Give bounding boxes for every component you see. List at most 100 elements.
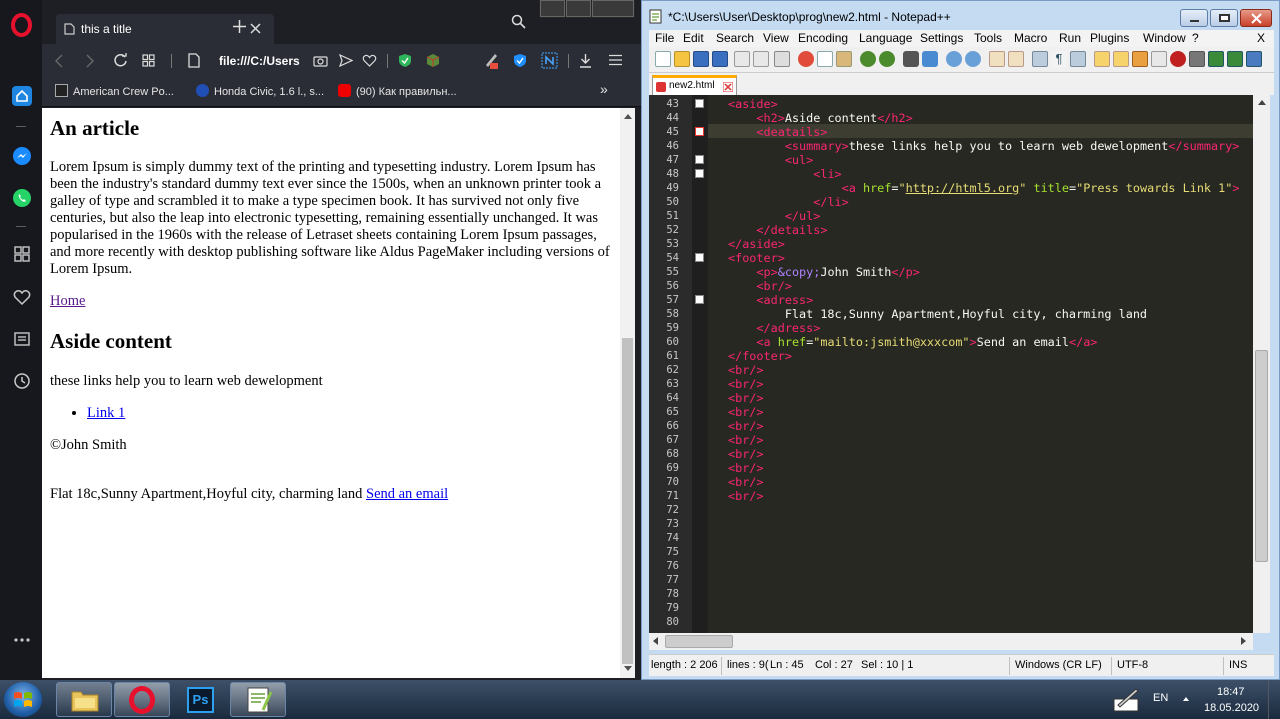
replace-icon[interactable] [922, 51, 938, 67]
opera-logo-icon[interactable] [11, 13, 32, 37]
url-input[interactable]: file:///C:/Users [219, 54, 301, 68]
code-line[interactable]: </aside> [728, 237, 785, 251]
code-line[interactable]: <br/> [728, 419, 764, 433]
code-line[interactable]: Flat 18c,Sunny Apartment,Hoyful city, ch… [728, 307, 1147, 321]
code-line[interactable]: <summary>these links help you to learn w… [728, 139, 1240, 153]
fold-toggle-icon[interactable] [695, 295, 704, 304]
folder-workspace-icon[interactable] [1151, 51, 1167, 67]
back-icon[interactable] [54, 54, 64, 68]
menu-plugins[interactable]: Plugins [1090, 31, 1129, 45]
menu-close-document[interactable]: X [1257, 31, 1265, 45]
fold-toggle-icon[interactable] [695, 155, 704, 164]
page-scrollbar[interactable] [620, 108, 635, 678]
taskbar-opera[interactable] [114, 682, 170, 717]
code-line[interactable]: <ul> [728, 153, 813, 167]
word-wrap-icon[interactable] [1032, 51, 1048, 67]
pencil-extension-icon[interactable] [483, 52, 499, 70]
copy-icon[interactable] [817, 51, 833, 67]
print-icon[interactable] [774, 51, 790, 67]
save-macro-icon[interactable] [1246, 51, 1262, 67]
code-line[interactable]: </ul> [728, 209, 821, 223]
fold-toggle-icon[interactable] [695, 127, 704, 136]
editor-horizontal-scrollbar[interactable] [649, 633, 1253, 650]
camera-icon[interactable] [313, 54, 328, 67]
code-line[interactable]: </details> [728, 223, 827, 237]
code-line[interactable]: <adress> [728, 293, 813, 307]
show-symbols-icon[interactable]: ¶ [1051, 51, 1067, 67]
window-close-button[interactable] [592, 0, 634, 17]
fold-toggle-icon[interactable] [695, 253, 704, 262]
scroll-up-arrow-icon[interactable] [1258, 100, 1266, 105]
bookmarks-overflow-icon[interactable]: » [600, 81, 608, 97]
code-line[interactable]: <br/> [728, 363, 764, 377]
menu-edit[interactable]: Edit [683, 31, 704, 45]
pen-input-icon[interactable] [1112, 685, 1142, 713]
start-icon[interactable] [4, 682, 42, 717]
code-line[interactable]: </adress> [728, 321, 820, 335]
editor-vertical-scrollbar[interactable] [1253, 95, 1270, 633]
code-line[interactable]: <deatails> [728, 125, 827, 139]
save-all-icon[interactable] [712, 51, 728, 67]
heart-icon[interactable] [12, 287, 32, 307]
close-icon[interactable] [250, 23, 261, 34]
status-eol[interactable]: Windows (CR LF) [1015, 659, 1102, 671]
code-line[interactable]: <br/> [728, 391, 764, 405]
reload-icon[interactable] [113, 53, 128, 68]
news-icon[interactable] [12, 329, 32, 349]
scroll-down-arrow-icon[interactable] [624, 666, 632, 671]
zoom-in-icon[interactable] [946, 51, 962, 67]
close-all-icon[interactable] [753, 51, 769, 67]
code-line[interactable]: <br/> [728, 433, 764, 447]
code-line[interactable]: <br/> [728, 405, 764, 419]
minimize-button[interactable] [540, 0, 565, 17]
code-line[interactable]: <aside> [728, 97, 778, 111]
status-encoding[interactable]: UTF-8 [1117, 659, 1148, 671]
home-link[interactable]: Home [50, 293, 85, 309]
bookmark-american-crew[interactable]: American Crew Po... [55, 84, 174, 98]
stop-macro-icon[interactable] [1189, 51, 1205, 67]
open-file-icon[interactable] [674, 51, 690, 67]
redo-icon[interactable] [879, 51, 895, 67]
close-file-icon[interactable] [734, 51, 750, 67]
code-editor[interactable]: 43 44 45 46 47 48 49 50 51 52 53 54 55 56 57 58 59 60 61 62… [649, 95, 1253, 633]
cut-icon[interactable] [798, 51, 814, 67]
messenger-icon[interactable] [12, 146, 32, 166]
taskbar-notepadpp[interactable] [230, 682, 286, 717]
code-line[interactable]: <br/> [728, 461, 764, 475]
maximize-button[interactable] [566, 0, 591, 17]
scroll-left-arrow-icon[interactable] [653, 637, 658, 645]
close-icon[interactable] [723, 82, 733, 92]
scrollbar-thumb[interactable] [622, 338, 633, 664]
menu-settings[interactable]: Settings [920, 31, 963, 45]
play-macro-icon[interactable] [1208, 51, 1224, 67]
menu-search[interactable]: Search [716, 31, 754, 45]
page-info-icon[interactable] [188, 53, 200, 68]
download-icon[interactable] [579, 53, 592, 68]
plus-icon[interactable] [233, 20, 246, 33]
function-list-icon[interactable] [1132, 51, 1148, 67]
scrollbar-thumb[interactable] [665, 635, 733, 648]
menu-language[interactable]: Language [859, 31, 912, 45]
user-lang-icon[interactable] [1094, 51, 1110, 67]
bookmark-honda-civic[interactable]: Honda Civic, 1.6 l., s... [196, 84, 324, 98]
run-macro-multiple-icon[interactable] [1227, 51, 1243, 67]
save-icon[interactable] [693, 51, 709, 67]
menu-help[interactable]: ? [1192, 31, 1199, 45]
menu-view[interactable]: View [763, 31, 789, 45]
menu-window[interactable]: Window [1143, 31, 1186, 45]
code-line[interactable]: <br/> [728, 279, 792, 293]
forward-icon[interactable] [85, 54, 95, 68]
history-icon[interactable] [12, 371, 32, 391]
code-line[interactable]: <br/> [728, 489, 764, 503]
search-icon[interactable] [511, 14, 526, 29]
send-icon[interactable] [339, 54, 353, 67]
code-line[interactable]: </li> [728, 195, 849, 209]
tray-date[interactable]: 18.05.2020 [1204, 702, 1259, 714]
menu-run[interactable]: Run [1059, 31, 1081, 45]
new-file-icon[interactable] [655, 51, 671, 67]
whatsapp-icon[interactable] [12, 188, 32, 208]
doc-map-icon[interactable] [1113, 51, 1129, 67]
tray-expand-icon[interactable] [1183, 697, 1189, 701]
tray-time[interactable]: 18:47 [1217, 686, 1245, 698]
code-line[interactable]: <br/> [728, 447, 764, 461]
